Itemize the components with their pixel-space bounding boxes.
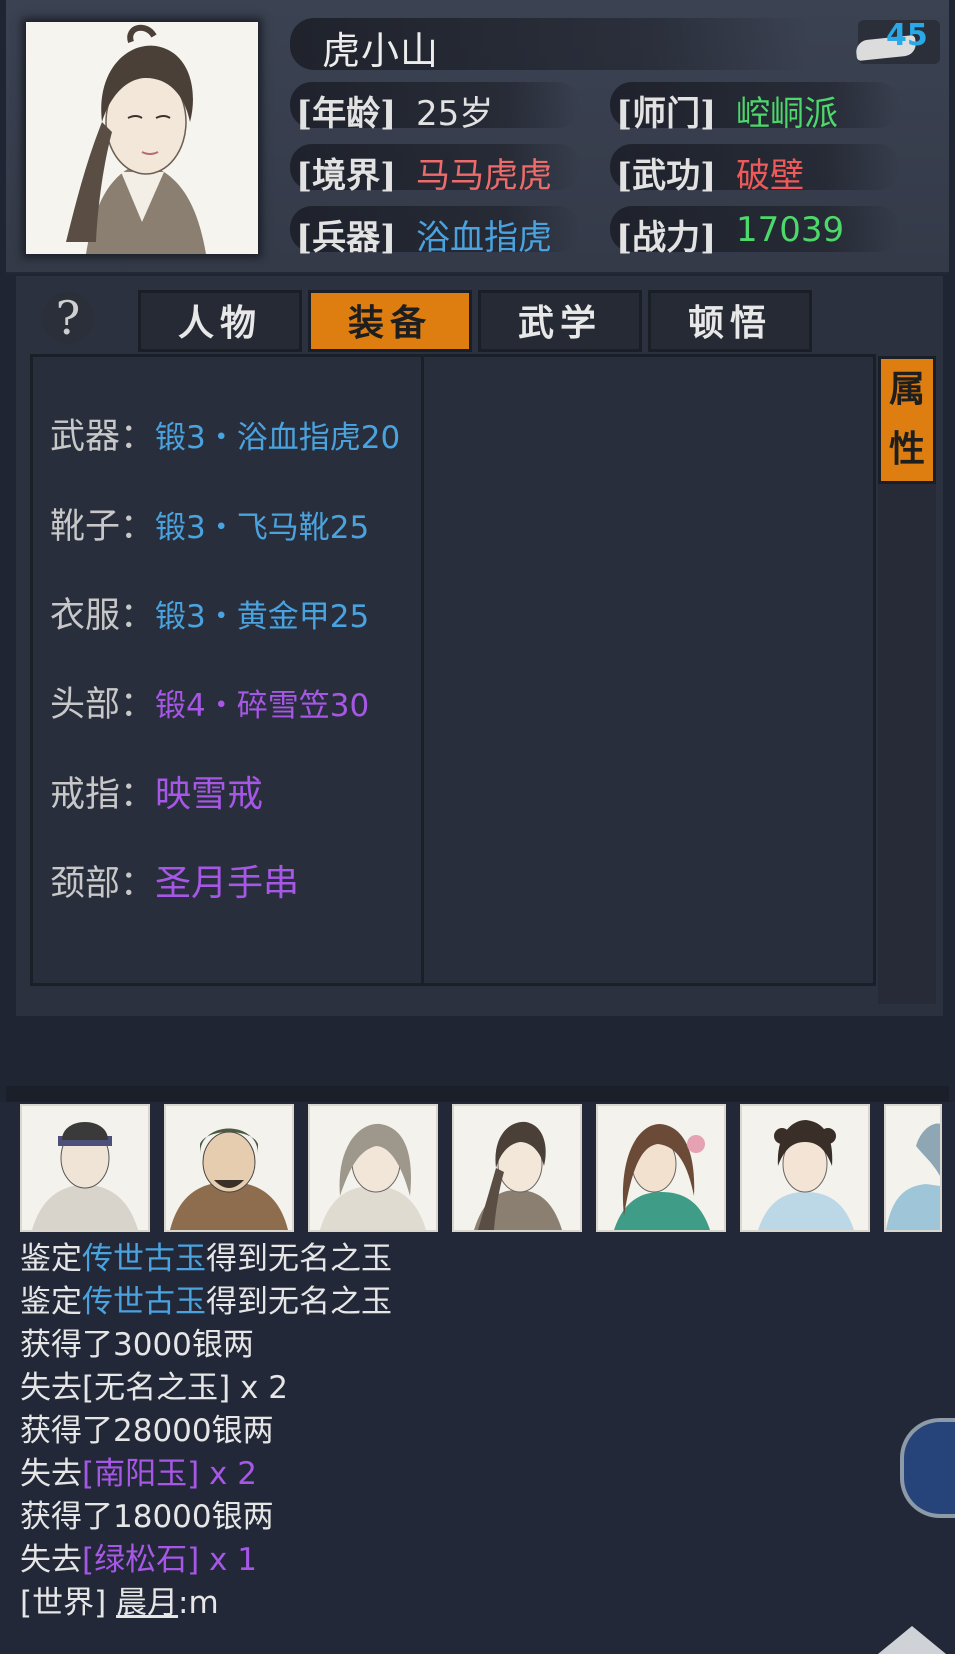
slot-label: 武器： bbox=[50, 417, 156, 457]
log-text: 失去 bbox=[20, 1542, 82, 1578]
question-icon[interactable]: ? bbox=[42, 292, 94, 344]
log-text: 得到无名之玉 bbox=[206, 1241, 392, 1277]
log-text: 得到无名之玉 bbox=[206, 1284, 392, 1320]
log-line: 鉴定传世古玉得到无名之玉 bbox=[20, 1238, 900, 1281]
avatar-illustration bbox=[742, 1106, 868, 1230]
info-value: 17039 bbox=[736, 210, 845, 250]
log-text: 失去 bbox=[20, 1456, 82, 1492]
party-member-avatar[interactable] bbox=[596, 1104, 726, 1232]
log-line: 获得了18000银两 bbox=[20, 1496, 900, 1539]
log-line: 鉴定传世古玉得到无名之玉 bbox=[20, 1281, 900, 1324]
slot-label: 颈部： bbox=[50, 864, 156, 904]
info-value: 破壁 bbox=[736, 156, 804, 196]
equipment-slot-boots[interactable]: 靴子：锻3・飞马靴25 bbox=[50, 498, 369, 548]
equipment-slot-weapon[interactable]: 武器：锻3・浴血指虎20 bbox=[50, 408, 400, 458]
log-text: 获得了3000银两 bbox=[20, 1327, 254, 1363]
tab-enlightenment[interactable]: 顿悟 bbox=[648, 290, 812, 352]
portrait-illustration bbox=[26, 22, 258, 254]
slot-item[interactable]: 锻3・黄金甲25 bbox=[155, 599, 369, 635]
avatar-illustration bbox=[166, 1106, 292, 1230]
info-power: [战力] 17039 bbox=[610, 204, 916, 258]
info-label: [战力] bbox=[616, 218, 717, 258]
scroll-menu-icon[interactable] bbox=[900, 1418, 955, 1518]
party-member-avatar[interactable] bbox=[20, 1104, 150, 1232]
log-text: 失去[无名之玉] x 2 bbox=[20, 1370, 288, 1406]
log-line: 获得了3000银两 bbox=[20, 1324, 900, 1367]
equipment-detail-area bbox=[424, 354, 876, 986]
info-sect: [师门] 崆峒派 bbox=[610, 80, 916, 134]
info-label: [年龄] bbox=[296, 94, 397, 134]
info-label: [境界] bbox=[296, 156, 397, 196]
info-kungfu: [武功] 破壁 bbox=[610, 142, 916, 196]
message-log: 鉴定传世古玉得到无名之玉 鉴定传世古玉得到无名之玉 获得了3000银两 失去[无… bbox=[20, 1238, 900, 1625]
slot-label: 衣服： bbox=[50, 596, 156, 636]
log-line: [世界] 晨月:m bbox=[20, 1582, 900, 1625]
avatar-illustration bbox=[310, 1106, 436, 1230]
slot-item[interactable]: 锻4・碎雪笠30 bbox=[155, 688, 369, 724]
info-label: [师门] bbox=[616, 94, 717, 134]
tab-martial-arts[interactable]: 武学 bbox=[478, 290, 642, 352]
party-member-avatar[interactable] bbox=[452, 1104, 582, 1232]
info-value: 浴血指虎 bbox=[416, 218, 552, 258]
log-line: 失去[南阳玉] x 2 bbox=[20, 1453, 900, 1496]
avatar-illustration bbox=[598, 1106, 724, 1230]
slot-item[interactable]: 映雪戒 bbox=[155, 774, 263, 815]
log-item-link[interactable]: 传世古玉 bbox=[82, 1241, 206, 1277]
character-level: 45 bbox=[886, 18, 928, 53]
tab-equipment[interactable]: 装备 bbox=[308, 290, 472, 352]
log-text: 鉴定 bbox=[20, 1241, 82, 1277]
slot-item[interactable]: 圣月手串 bbox=[155, 863, 299, 904]
log-item-link[interactable]: 传世古玉 bbox=[82, 1284, 206, 1320]
equipment-slot-neck[interactable]: 颈部：圣月手串 bbox=[50, 854, 299, 904]
slot-item[interactable]: 锻3・浴血指虎20 bbox=[155, 420, 400, 456]
log-text: 获得了18000银两 bbox=[20, 1499, 274, 1535]
slot-label: 靴子： bbox=[50, 507, 156, 547]
info-label: [武功] bbox=[616, 156, 717, 196]
arrow-up-icon[interactable] bbox=[878, 1626, 946, 1654]
log-text: :m bbox=[178, 1585, 219, 1621]
info-weapon: [兵器] 浴血指虎 bbox=[290, 204, 586, 258]
info-value: 马马虎虎 bbox=[416, 156, 552, 196]
attributes-tab-char-1: 属 bbox=[888, 368, 925, 410]
info-label: [兵器] bbox=[296, 218, 397, 258]
equipment-slot-head[interactable]: 头部：锻4・碎雪笠30 bbox=[50, 676, 369, 726]
log-line: 失去[绿松石] x 1 bbox=[20, 1539, 900, 1582]
log-text: 获得了28000银两 bbox=[20, 1413, 274, 1449]
log-item-link[interactable]: [绿松石] x 1 bbox=[82, 1542, 257, 1578]
character-portrait[interactable] bbox=[26, 22, 258, 254]
party-member-avatar[interactable] bbox=[308, 1104, 438, 1232]
log-line: 失去[无名之玉] x 2 bbox=[20, 1367, 900, 1410]
avatar-illustration bbox=[886, 1106, 940, 1230]
slot-label: 戒指： bbox=[50, 775, 156, 815]
attributes-tab-char-2: 性 bbox=[888, 428, 925, 470]
party-member-avatar[interactable] bbox=[164, 1104, 294, 1232]
section-divider bbox=[6, 1086, 949, 1102]
log-line: 获得了28000银两 bbox=[20, 1410, 900, 1453]
log-channel: [世界] bbox=[20, 1585, 117, 1621]
avatar-illustration bbox=[454, 1106, 580, 1230]
info-age: [年龄] 25岁 bbox=[290, 80, 586, 134]
log-item-link[interactable]: [南阳玉] x 2 bbox=[82, 1456, 257, 1492]
party-member-avatar[interactable] bbox=[740, 1104, 870, 1232]
character-name: 虎小山 bbox=[322, 29, 440, 73]
info-value: 崆峒派 bbox=[736, 94, 838, 134]
log-player-name[interactable]: 晨月 bbox=[116, 1585, 178, 1621]
party-member-avatar[interactable] bbox=[884, 1104, 942, 1232]
info-realm: [境界] 马马虎虎 bbox=[290, 142, 586, 196]
avatar-illustration bbox=[22, 1106, 148, 1230]
info-value: 25岁 bbox=[416, 94, 494, 134]
log-text: 鉴定 bbox=[20, 1284, 82, 1320]
side-rail bbox=[878, 484, 936, 1004]
slot-item[interactable]: 锻3・飞马靴25 bbox=[155, 510, 369, 546]
slot-label: 头部： bbox=[50, 685, 156, 725]
attributes-tab[interactable]: 属 性 bbox=[878, 356, 936, 484]
equipment-slot-armor[interactable]: 衣服：锻3・黄金甲25 bbox=[50, 587, 369, 637]
tab-character[interactable]: 人物 bbox=[138, 290, 302, 352]
equipment-slot-ring[interactable]: 戒指：映雪戒 bbox=[50, 765, 263, 815]
